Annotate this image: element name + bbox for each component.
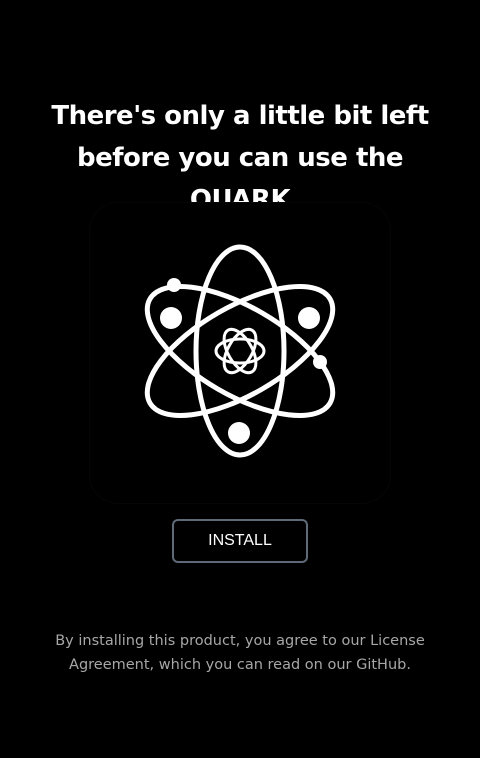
title-line-1: There's only a little bit left — [51, 101, 429, 132]
title-line-2: before you can use the — [76, 143, 404, 174]
install-screen: There's only a little bit left before yo… — [0, 0, 480, 758]
install-button[interactable]: INSTALL — [172, 519, 308, 563]
product-logo — [90, 203, 390, 503]
atom-icon — [144, 244, 336, 458]
disclaimer-line-2: Agreement, which you can read on our Git… — [69, 656, 411, 673]
license-disclaimer: By installing this product, you agree to… — [30, 629, 450, 677]
disclaimer-line-1: By installing this product, you agree to… — [55, 632, 425, 649]
